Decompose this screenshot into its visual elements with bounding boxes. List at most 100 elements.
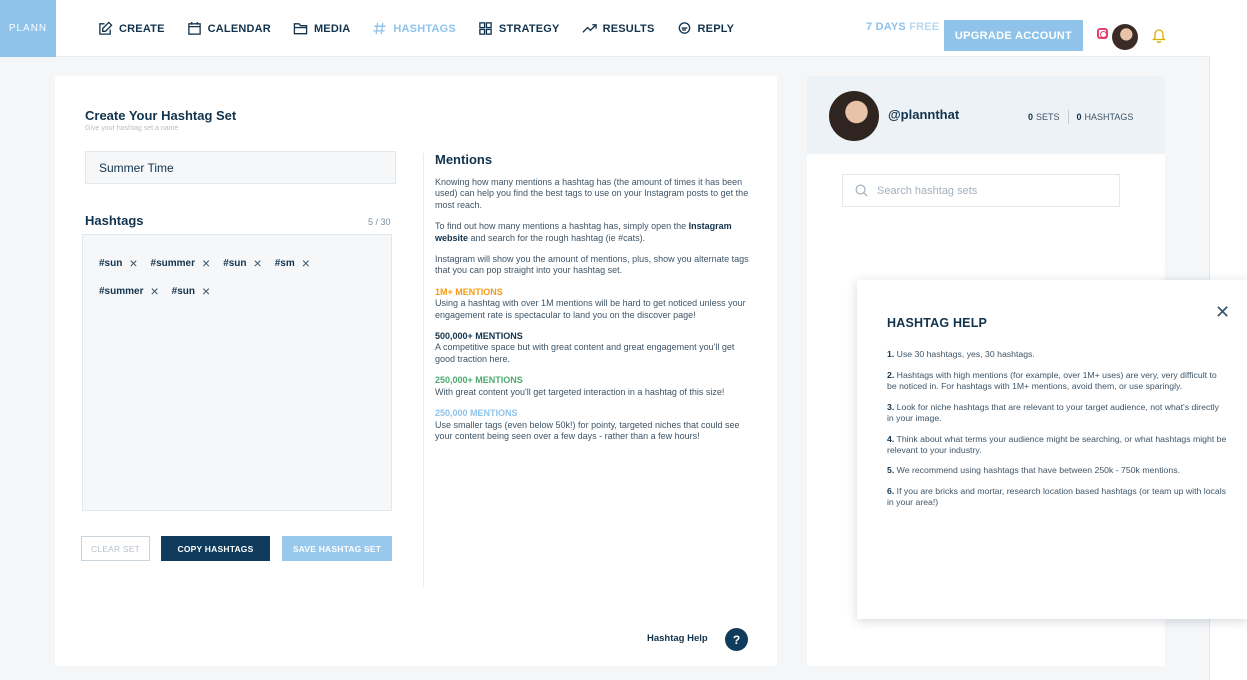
list-item: 4. Think about what terms your audience … — [887, 434, 1227, 456]
mentions-level-text: Use smaller tags (even below 50k!) for p… — [435, 419, 740, 441]
hashtag-chip: #summer × — [99, 284, 159, 298]
set-name-input[interactable]: Summer Time — [85, 151, 396, 184]
mentions-level-heading: 1M+ MENTIONS — [435, 286, 503, 297]
remove-tag-icon[interactable]: × — [129, 256, 137, 270]
hashtag-chip-label: #summer — [99, 285, 144, 297]
edit-icon — [99, 21, 113, 35]
copy-hashtags-button[interactable]: COPY HASHTAGS — [161, 536, 270, 561]
sets-label: SETS — [1036, 112, 1060, 122]
mentions-intro: Knowing how many mentions a hashtag has … — [435, 177, 749, 210]
remove-tag-icon[interactable]: × — [254, 256, 262, 270]
hashtag-count: 5 / 30 — [368, 217, 391, 227]
mentions-level-heading: 500,000+ MENTIONS — [435, 331, 523, 342]
mentions-level: 250,000+ MENTIONS With great content you'… — [435, 375, 750, 398]
nav-create-label: CREATE — [119, 22, 165, 35]
list-item: 3. Look for niche hashtags that are rele… — [887, 402, 1227, 424]
tag-list: #sun × #summer × #sun × #sm × #summer × #sun × — [99, 249, 379, 305]
mentions-level-heading: 250,000+ MENTIONS — [435, 375, 523, 386]
hashtag-chip-label: #sun — [223, 257, 247, 269]
nav-hashtags-label: HASHTAGS — [393, 22, 456, 35]
hashtag-chip: #sun × — [223, 256, 262, 270]
search-icon — [855, 184, 868, 197]
tip-text: If you are bricks and mortar, research l… — [887, 486, 1226, 508]
trial-days: 7 DAYS — [866, 21, 906, 33]
plann-logo[interactable]: PLANN — [0, 0, 56, 57]
nav-hashtags[interactable]: HASHTAGS — [372, 21, 456, 36]
bell-icon[interactable] — [1152, 27, 1166, 43]
main-nav: CREATE CALENDAR MEDIA HASHTAGS STRATEGY … — [98, 0, 756, 57]
tip-text: Use 30 hashtags, yes, 30 hashtags. — [894, 349, 1035, 359]
profile-header: @plannthat 0 SETS 0 HASHTAGS — [807, 76, 1165, 154]
hashtag-chip-label: #sun — [99, 257, 123, 269]
help-button[interactable]: ? — [725, 628, 748, 651]
hashtags-label: HASHTAGS — [1084, 112, 1134, 122]
trial-free: FREE — [909, 21, 940, 33]
hashtag-chip: #sun × — [172, 284, 211, 298]
remove-tag-icon[interactable]: × — [150, 284, 158, 298]
close-icon[interactable]: ✕ — [1215, 303, 1230, 321]
set-counts: 0 SETS 0 HASHTAGS — [1028, 110, 1133, 124]
save-hashtag-set-button[interactable]: SAVE HASHTAG SET — [282, 536, 392, 561]
search-hashtag-sets[interactable] — [842, 174, 1120, 207]
list-item: 2. Hashtags with high mentions (for exam… — [887, 370, 1227, 392]
hashtags-heading: Hashtags — [85, 213, 144, 228]
list-item: 1. Use 30 hashtags, yes, 30 hashtags. — [887, 349, 1227, 360]
calendar-icon — [187, 21, 201, 35]
tip-text: Look for niche hashtags that are relevan… — [887, 401, 1219, 423]
clear-set-button[interactable]: CLEAR SET — [81, 536, 150, 561]
folder-icon — [293, 23, 308, 35]
editor-title: Create Your Hashtag Set — [85, 108, 237, 123]
grid-icon — [479, 22, 492, 35]
mentions-level-text: With great content you'll get targeted i… — [435, 386, 725, 397]
howto-text-end: and search for the rough hashtag (ie #ca… — [468, 232, 646, 243]
mentions-level-text: Using a hashtag with over 1M mentions wi… — [435, 298, 746, 320]
remove-tag-icon[interactable]: × — [202, 256, 210, 270]
hashtag-help-link[interactable]: Hashtag Help — [647, 633, 708, 644]
editor-subtitle: Give your hashtag set a name — [85, 125, 179, 132]
nav-results[interactable]: RESULTS — [582, 21, 655, 36]
remove-tag-icon[interactable]: × — [202, 284, 210, 298]
mentions-alternates: Instagram will show you the amount of me… — [435, 254, 749, 276]
list-item: 5. We recommend using hashtags that have… — [887, 465, 1227, 476]
hashtag-icon — [373, 22, 386, 35]
nav-reply-label: REPLY — [697, 22, 735, 35]
sets-count: 0 — [1028, 112, 1034, 122]
hashtag-chip: #sun × — [99, 256, 138, 270]
hashtag-input-area[interactable]: #sun × #summer × #sun × #sm × #summer × #sun × — [82, 234, 392, 511]
search-input[interactable] — [877, 184, 1107, 197]
mentions-howto: To find out how many mentions a hashtag … — [435, 221, 750, 244]
mentions-level: 500,000+ MENTIONS A competitive space but… — [435, 331, 750, 365]
hashtag-chip: #summer × — [151, 256, 211, 270]
top-navigation: PLANN CREATE CALENDAR MEDIA HASHTAGS STR… — [0, 0, 1210, 57]
tag-row: #sun × #summer × #sun × #sm × — [99, 249, 379, 277]
hashtags-count: 0 — [1076, 112, 1082, 122]
chat-icon — [678, 22, 690, 34]
account-handle: @plannthat — [888, 107, 960, 122]
instagram-icon[interactable] — [1097, 28, 1108, 39]
tip-text: Hashtags with high mentions (for example… — [887, 369, 1217, 391]
nav-strategy-label: STRATEGY — [498, 22, 560, 35]
profile-avatar — [829, 91, 879, 141]
nav-calendar[interactable]: CALENDAR — [187, 21, 271, 36]
upgrade-account-button[interactable]: UPGRADE ACCOUNT — [944, 20, 1083, 51]
nav-media[interactable]: MEDIA — [293, 21, 350, 36]
hashtag-chip-label: #summer — [150, 257, 195, 269]
popup-title: HASHTAG HELP — [887, 316, 988, 330]
mentions-level: 250,000 MENTIONS Use smaller tags (even b… — [435, 408, 750, 442]
tag-row: #summer × #sun × — [99, 277, 379, 305]
mentions-level-text: A competitive space but with great conte… — [435, 342, 735, 364]
tip-text: Think about what terms your audience mig… — [887, 433, 1227, 455]
mentions-info: Mentions Knowing how many mentions a has… — [435, 152, 750, 452]
nav-media-label: MEDIA — [313, 22, 351, 35]
avatar[interactable] — [1112, 24, 1138, 50]
mentions-level-heading: 250,000 MENTIONS — [435, 408, 518, 419]
help-tips-list: 1. Use 30 hashtags, yes, 30 hashtags. 2.… — [887, 349, 1227, 518]
nav-calendar-label: CALENDAR — [207, 22, 271, 35]
remove-tag-icon[interactable]: × — [302, 256, 310, 270]
nav-create[interactable]: CREATE — [98, 21, 165, 36]
trial-indicator: 7 DAYS FREE — [866, 21, 939, 33]
howto-text: To find out how many mentions a hashtag … — [435, 221, 689, 232]
nav-strategy[interactable]: STRATEGY — [478, 21, 560, 36]
nav-reply[interactable]: REPLY — [677, 21, 735, 36]
list-item: 6. If you are bricks and mortar, researc… — [887, 486, 1227, 508]
